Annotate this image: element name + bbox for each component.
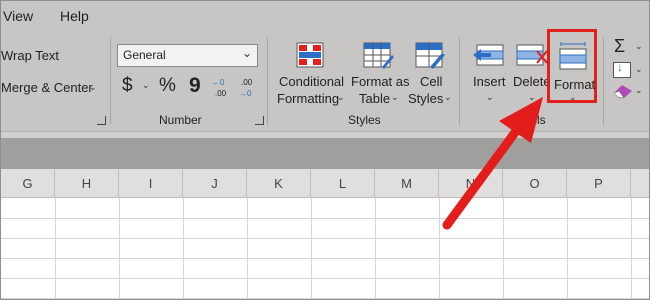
excel-window: View Help Wrap Text Merge & Center ⌄ Gen…: [0, 0, 650, 300]
red-arrow-annotation: [442, 97, 543, 230]
